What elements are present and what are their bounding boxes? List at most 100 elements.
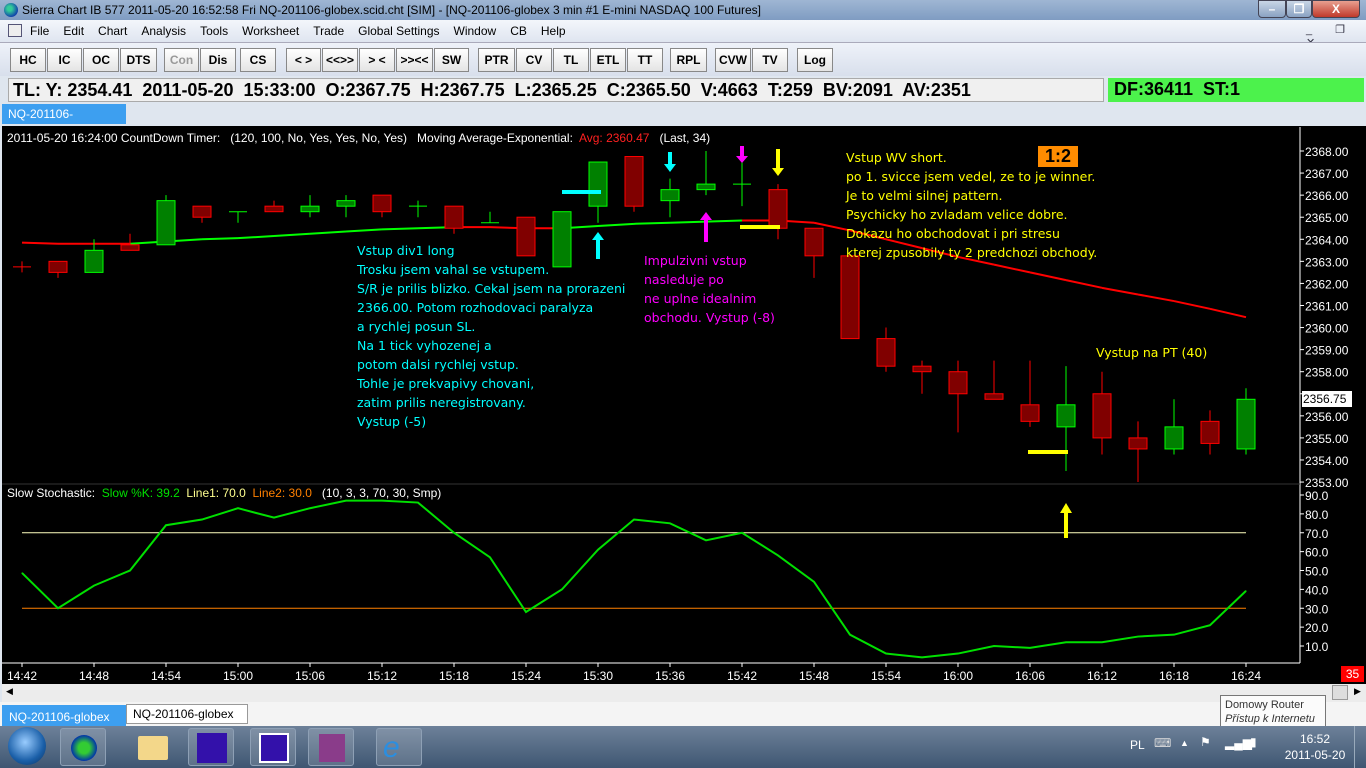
ema-segment <box>1173 300 1211 310</box>
candle-body <box>264 205 284 213</box>
stoch-tick-label: 70.0 <box>1305 527 1329 541</box>
ema-segment <box>705 219 743 223</box>
candle <box>1200 410 1220 455</box>
magenta-up-arrow <box>700 212 712 242</box>
ema-segment <box>1029 271 1067 282</box>
candle-body <box>156 200 176 246</box>
language-indicator[interactable]: PL <box>1130 738 1145 752</box>
taskbar: e PL ⌨ ▲ ⚑ ▂▄▆ ▮ 16:52 2011-05-20 <box>0 726 1366 768</box>
clock-date: 2011-05-20 <box>1284 748 1346 762</box>
candle-body <box>660 189 680 202</box>
time-tick-label: 15:06 <box>295 669 325 683</box>
ema-segment <box>237 234 275 240</box>
yellow-down-arrow <box>772 149 784 176</box>
horizontal-scrollbar[interactable]: ◀ ▶ <box>2 684 1366 702</box>
stoch-point <box>705 539 707 541</box>
keyboard-icon[interactable]: ⌨ <box>1154 736 1171 750</box>
candle-body <box>876 338 896 367</box>
candle <box>948 360 968 433</box>
candle <box>13 261 31 273</box>
last-price-marker: 2356.75 <box>1302 391 1352 407</box>
candle-body <box>444 205 464 229</box>
taskbar-app-icon-1[interactable] <box>188 728 234 766</box>
risk-reward-label: 1:2 <box>1038 146 1078 167</box>
candle <box>372 194 392 218</box>
candle-body <box>912 365 932 373</box>
candle <box>264 200 284 213</box>
taskbar-app-icon-2[interactable] <box>250 728 296 766</box>
candle <box>804 227 824 278</box>
time-tick-label: 15:18 <box>439 669 469 683</box>
tab-chart-2[interactable]: NQ-201106-globex 3 min #2 <box>126 704 248 739</box>
action-center-flag-icon[interactable]: ⚑ <box>1200 735 1211 749</box>
price-tick-label: 2356.00 <box>1305 410 1349 424</box>
ema-segment <box>1209 307 1247 319</box>
price-tick-label: 2353.00 <box>1305 476 1349 490</box>
tooltip-subtitle: Přístup k Internetu <box>1225 713 1315 725</box>
candle-body <box>840 255 860 340</box>
price-tick-label: 2363.00 <box>1305 255 1349 269</box>
scroll-right-icon[interactable]: ▶ <box>1354 686 1361 697</box>
tab-chart-1[interactable]: NQ-201106-globex 3 min #1 <box>2 705 126 746</box>
candle <box>660 178 680 218</box>
taskbar-explorer-icon[interactable] <box>130 728 176 766</box>
stoch-point <box>345 500 347 502</box>
candle-body <box>1128 437 1148 450</box>
time-tick-label: 16:18 <box>1159 669 1189 683</box>
power-icon[interactable]: ▮ <box>1250 735 1257 749</box>
time-tick-label: 16:24 <box>1231 669 1261 683</box>
stoch-point <box>417 502 419 504</box>
study-params: 2011-05-20 16:24:00 CountDown Timer: (12… <box>7 131 579 145</box>
candle <box>696 151 716 196</box>
stoch-point <box>525 611 527 613</box>
stoch-point <box>633 519 635 521</box>
price-tick-label: 2359.00 <box>1305 344 1349 358</box>
stoch-tick-label: 40.0 <box>1305 583 1329 597</box>
start-button[interactable] <box>8 727 46 765</box>
time-tick-label: 16:12 <box>1087 669 1117 683</box>
taskbar-ie-icon[interactable]: e <box>376 728 422 766</box>
stoch-point <box>165 524 167 526</box>
stoch-point <box>1209 624 1211 626</box>
taskbar-onenote-icon[interactable] <box>308 728 354 766</box>
candle <box>984 360 1004 400</box>
network-signal-icon[interactable]: ▂▄▆ <box>1225 736 1252 750</box>
candle-body <box>696 183 716 191</box>
stoch-tick-label: 10.0 <box>1305 640 1329 654</box>
candle <box>192 205 212 223</box>
time-tick-label: 14:42 <box>7 669 37 683</box>
candle-body <box>768 189 788 229</box>
candle <box>229 211 247 223</box>
time-tick-label: 15:36 <box>655 669 685 683</box>
price-tick-label: 2355.00 <box>1305 432 1349 446</box>
note-exit: Vystup na PT (40) <box>1096 345 1208 360</box>
chart-tabs: NQ-201106-globex 3 min #1 NQ-201106-glob… <box>0 702 1366 746</box>
show-desktop-button[interactable] <box>1354 726 1366 768</box>
taskbar-sierra-chart-icon[interactable] <box>60 728 106 766</box>
candle <box>1236 388 1256 455</box>
stoch-point <box>1101 641 1103 643</box>
time-tick-label: 16:06 <box>1015 669 1045 683</box>
stoch-point <box>777 554 779 556</box>
stoch-line1-value: Line1: 70.0 <box>179 486 246 500</box>
ema-value: Avg: 2360.47 <box>578 131 650 145</box>
candle <box>876 327 896 372</box>
ema-segment <box>345 228 383 233</box>
stoch-point <box>273 517 275 519</box>
candle <box>733 162 751 207</box>
candle <box>336 195 356 218</box>
candle <box>1128 421 1148 483</box>
ema-segment <box>597 222 635 228</box>
price-tick-label: 2361.00 <box>1305 299 1349 313</box>
ema-segment <box>21 241 59 245</box>
stoch-tick-label: 60.0 <box>1305 546 1329 560</box>
candle <box>1056 366 1076 472</box>
candle-body <box>84 249 104 273</box>
stoch-point <box>489 556 491 558</box>
clock[interactable]: 16:52 2011-05-20 <box>1280 731 1350 763</box>
scroll-left-icon[interactable]: ◀ <box>6 686 13 697</box>
scroll-thumb[interactable] <box>1332 685 1348 700</box>
show-hidden-icons[interactable]: ▲ <box>1180 738 1189 748</box>
stoch-point <box>237 507 239 509</box>
ema-segment <box>381 227 419 231</box>
